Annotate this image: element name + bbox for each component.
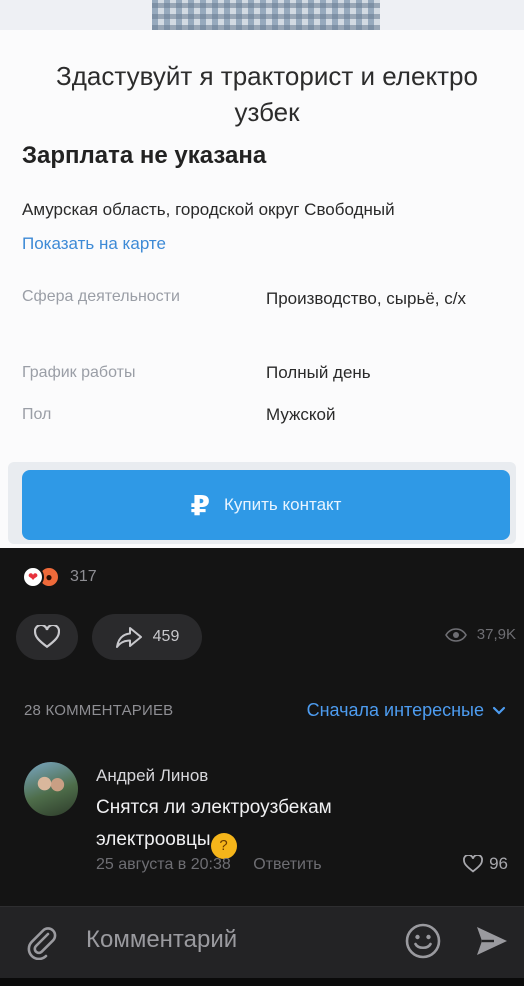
comment-author-avatar[interactable]: [24, 762, 78, 816]
comment-date: 25 августа в 20:38: [96, 856, 231, 873]
buy-contact-button[interactable]: ₽ Купить контакт: [22, 470, 510, 540]
paperclip-icon[interactable]: [24, 924, 60, 960]
send-icon[interactable]: [474, 924, 510, 958]
vacancy-salary: Зарплата не указана: [22, 142, 267, 169]
param-value-schedule: Полный день: [266, 363, 371, 382]
vacancy-photo: [152, 0, 380, 30]
share-button[interactable]: 459: [92, 614, 202, 660]
like-button[interactable]: [16, 614, 78, 660]
heart-outline-icon: [463, 855, 483, 873]
comment-like-count: 96: [489, 854, 508, 873]
heart-outline-icon: [34, 625, 60, 649]
comments-sort-dropdown[interactable]: Сначала интересные: [307, 700, 506, 721]
param-label-sphere: Сфера деятельности: [22, 288, 180, 305]
param-value-sphere: Производство, сырьё, с/х: [266, 289, 466, 308]
comment-text: Снятся ли электроузбекам электроовцы?: [96, 792, 426, 859]
views-count: 37,9K: [476, 626, 516, 643]
comment-input[interactable]: Комментарий: [86, 926, 237, 954]
param-label-gender: Пол: [22, 406, 52, 423]
views-counter: 37,9K: [444, 626, 516, 643]
share-arrow-icon: [115, 627, 142, 648]
emoji-smile-icon[interactable]: [404, 922, 442, 960]
buy-contact-label: Купить контакт: [224, 495, 342, 514]
ruble-icon: ₽: [190, 489, 211, 521]
show-on-map-link[interactable]: Показать на карте: [22, 234, 166, 254]
param-label-schedule: График работы: [22, 364, 136, 381]
reactions-summary[interactable]: ❤ ● 317: [22, 566, 97, 588]
reply-button[interactable]: Ответить: [253, 856, 321, 873]
chevron-down-icon: [492, 706, 506, 715]
sort-label: Сначала интересные: [306, 700, 484, 720]
comment-like-button[interactable]: 96: [463, 854, 508, 874]
reactions-count: 317: [70, 568, 97, 585]
param-value-gender: Мужской: [266, 405, 336, 424]
comment-input-bar: [0, 906, 524, 978]
eye-icon: [444, 627, 467, 642]
vacancy-title: Здастувуйт я тракторист и електро узбек: [56, 61, 478, 127]
heart-reaction-icon: ❤: [22, 566, 44, 588]
comment-meta: 25 августа в 20:38 Ответить: [96, 856, 322, 874]
vacancy-region: Амурская область, городской округ Свобод…: [22, 200, 395, 219]
comment-author[interactable]: Андрей Линов: [96, 766, 208, 786]
share-count: 459: [152, 628, 180, 645]
comments-count: 28 КОММЕНТАРИЕВ: [24, 702, 174, 719]
bottom-edge: [0, 978, 524, 986]
